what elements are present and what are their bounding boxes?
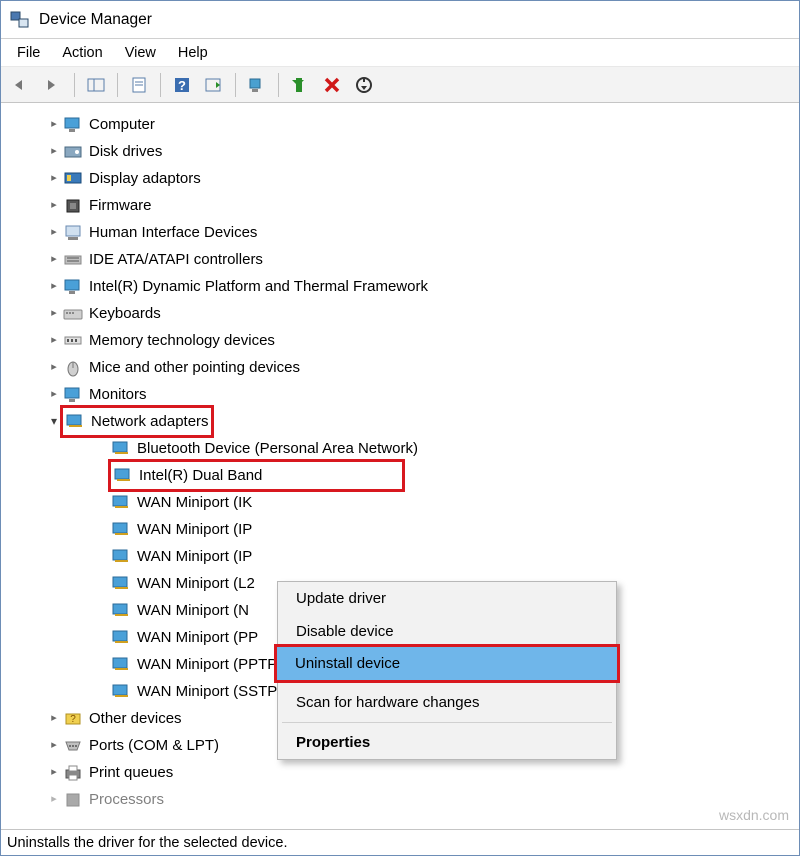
context-menu: Update driver Disable device Uninstall d… [277,581,617,760]
ctx-uninstall-device[interactable]: Uninstall device [277,647,617,680]
menu-help[interactable]: Help [168,43,218,63]
back-button[interactable] [7,71,35,99]
expand-icon[interactable] [45,354,63,381]
monitor-icon [63,115,83,135]
svg-text:?: ? [70,714,76,725]
titlebar: Device Manager [1,1,799,39]
expand-icon[interactable] [45,273,63,300]
expand-icon[interactable] [45,732,63,759]
expand-icon[interactable] [45,138,63,165]
expand-icon[interactable] [45,300,63,327]
tree-item-bt[interactable]: Bluetooth Device (Personal Area Network) [5,435,795,462]
menu-file[interactable]: File [7,43,50,63]
chip-icon [63,196,83,216]
tree-item-display[interactable]: Display adaptors [5,165,795,192]
forward-button[interactable] [39,71,67,99]
hid-icon [63,223,83,243]
network-icon [111,655,131,675]
network-icon [113,466,133,486]
svg-text:?: ? [178,78,186,93]
tree-item-monitors[interactable]: Monitors [5,381,795,408]
scan-button[interactable] [243,71,271,99]
expand-icon[interactable] [45,786,63,813]
tree-item-network-adapters[interactable]: Network adapters [5,408,795,435]
expand-icon[interactable] [45,381,63,408]
tree-item-mice[interactable]: Mice and other pointing devices [5,354,795,381]
statusbar: Uninstalls the driver for the selected d… [1,829,799,855]
uninstall-button[interactable] [318,71,346,99]
tree-item-computer[interactable]: Computer [5,111,795,138]
properties-button[interactable] [125,71,153,99]
monitor-icon [63,385,83,405]
ctx-sep [282,722,612,723]
memory-icon [63,331,83,351]
port-icon [63,736,83,756]
window-title: Device Manager [39,11,152,29]
menu-action[interactable]: Action [52,43,112,63]
toolbar-sep [74,73,75,97]
disable-button[interactable] [350,71,378,99]
ctx-properties[interactable]: Properties [278,726,616,759]
printer-icon [63,763,83,783]
network-icon [111,547,131,567]
help-button[interactable]: ? [168,71,196,99]
tree-item-disk-drives[interactable]: Disk drives [5,138,795,165]
tree-item-memory[interactable]: Memory technology devices [5,327,795,354]
mouse-icon [63,358,83,378]
tree-item-hid[interactable]: Human Interface Devices [5,219,795,246]
tree-item-wan-ik[interactable]: WAN Miniport (IK [5,489,795,516]
network-icon [111,520,131,540]
cpu-icon [63,790,83,810]
tree-item-firmware[interactable]: Firmware [5,192,795,219]
tree-content: Computer Disk drives Display adaptors Fi… [1,103,799,829]
network-icon [111,601,131,621]
expand-icon[interactable] [45,246,63,273]
expand-icon[interactable] [45,111,63,138]
expand-icon[interactable] [45,219,63,246]
network-icon [65,412,85,432]
tree-item-intel-wifi[interactable]: Intel(R) Dual Band [5,462,795,489]
device-manager-window: Device Manager File Action View Help ? C… [0,0,800,856]
network-icon [111,682,131,702]
keyboard-icon [63,304,83,324]
tree-item-keyboards[interactable]: Keyboards [5,300,795,327]
network-icon [111,628,131,648]
expand-icon[interactable] [45,165,63,192]
gpu-icon [63,169,83,189]
network-icon [111,439,131,459]
action-button[interactable] [200,71,228,99]
update-driver-button[interactable] [286,71,314,99]
other-icon: ? [63,709,83,729]
toolbar-sep [278,73,279,97]
network-icon [111,574,131,594]
network-icon [111,493,131,513]
ctx-update-driver[interactable]: Update driver [278,582,616,615]
expand-icon[interactable] [45,759,63,786]
menubar: File Action View Help [1,39,799,67]
toolbar-sep [235,73,236,97]
tree-item-print[interactable]: Print queues [5,759,795,786]
toolbar-sep [117,73,118,97]
disk-icon [63,142,83,162]
expand-icon[interactable] [45,705,63,732]
toolbar-sep [160,73,161,97]
ide-icon [63,250,83,270]
toolbar: ? [1,67,799,103]
ctx-disable-device[interactable]: Disable device [278,615,616,648]
expand-icon[interactable] [45,192,63,219]
expand-icon[interactable] [45,327,63,354]
tree-item-wan-ip[interactable]: WAN Miniport (IP [5,516,795,543]
watermark: wsxdn.com [719,807,789,823]
menu-view[interactable]: View [115,43,166,63]
show-hide-button[interactable] [82,71,110,99]
tree-item-ide[interactable]: IDE ATA/ATAPI controllers [5,246,795,273]
framework-icon [63,277,83,297]
status-text: Uninstalls the driver for the selected d… [7,835,287,851]
ctx-scan-hardware[interactable]: Scan for hardware changes [278,686,616,719]
tree-item-wan-ip2[interactable]: WAN Miniport (IP [5,543,795,570]
app-icon [9,9,31,31]
tree-item-intel-dptf[interactable]: Intel(R) Dynamic Platform and Thermal Fr… [5,273,795,300]
ctx-sep [282,682,612,683]
tree-item-processors[interactable]: Processors [5,786,795,813]
